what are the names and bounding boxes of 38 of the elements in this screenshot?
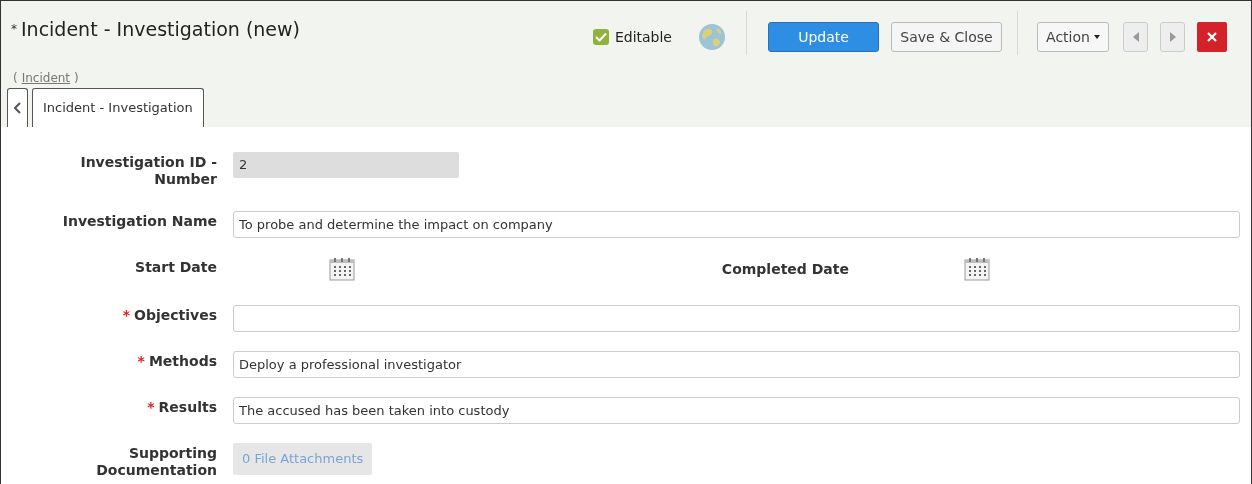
calendar-icon[interactable]	[329, 257, 355, 281]
save-close-button[interactable]: Save & Close	[891, 22, 1002, 52]
text-field[interactable]: The accused has been taken into custody	[233, 397, 1240, 424]
close-icon	[1207, 32, 1217, 42]
left-triangle-icon	[1132, 32, 1139, 42]
right-triangle-icon	[1169, 32, 1176, 42]
field-label: Results	[158, 399, 217, 416]
text-field[interactable]: Deploy a professional investigator	[233, 351, 1240, 378]
chevron-left-icon	[14, 102, 21, 114]
field-label: Supporting Documentation	[95, 445, 217, 479]
window-title: Incident - Investigation (new)	[21, 17, 300, 42]
text-field[interactable]	[233, 305, 1240, 332]
calendar-icon[interactable]	[964, 257, 990, 281]
action-button[interactable]: Action	[1037, 22, 1109, 52]
previous-button[interactable]	[1123, 22, 1148, 52]
breadcrumb-paren: )	[74, 70, 79, 87]
text-field[interactable]: To probe and determine the impact on company	[233, 211, 1240, 238]
required-mark: *	[122, 306, 131, 325]
required-mark: *	[147, 398, 155, 417]
editable-label: Editable	[614, 27, 672, 47]
globe-icon[interactable]	[698, 23, 726, 51]
tab-scroll-left[interactable]	[7, 88, 28, 127]
readonly-field: 2	[233, 152, 459, 178]
unsaved-mark: *	[11, 21, 17, 39]
breadcrumb-link[interactable]: Incident	[21, 69, 71, 87]
next-button[interactable]	[1160, 22, 1185, 52]
caret-icon	[1093, 35, 1100, 39]
editable-checkbox[interactable]	[592, 29, 609, 45]
close-button[interactable]	[1197, 22, 1227, 52]
tab[interactable]: Incident - Investigation	[32, 88, 204, 127]
field-label: Investigation ID - Number	[79, 154, 217, 188]
breadcrumb-paren: (	[13, 70, 18, 87]
field-label: Objectives	[134, 307, 217, 324]
field-label: Completed Date	[720, 260, 849, 279]
field-label: Start Date	[135, 259, 217, 276]
required-mark: *	[137, 352, 145, 371]
field-label: Methods	[148, 353, 217, 370]
field-label: Investigation Name	[62, 213, 217, 230]
